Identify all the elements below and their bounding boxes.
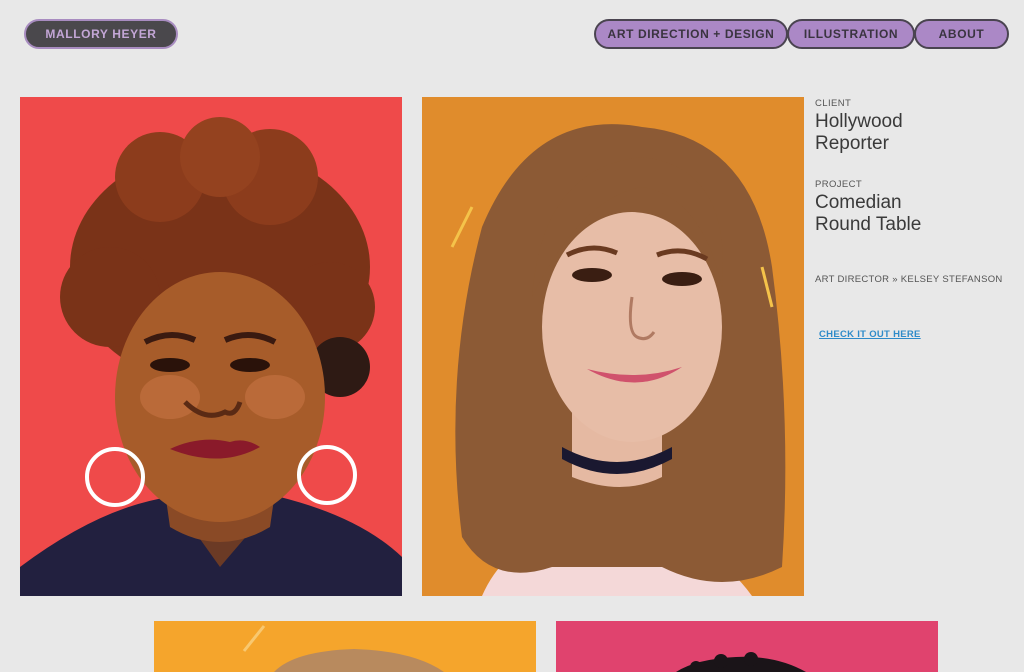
artwork-portrait-4[interactable] [556, 621, 938, 672]
site-logo-button[interactable]: MALLORY HEYER [24, 19, 178, 49]
nav-about[interactable]: ABOUT [914, 19, 1009, 49]
check-it-out-link[interactable]: CHECK IT OUT HERE [819, 329, 1015, 340]
nav-illustration[interactable]: ILLUSTRATION [787, 19, 915, 49]
art-director-credit: ART DIRECTOR » KELSEY STEFANSON [815, 274, 1003, 285]
project-name-line-2: Round Table [815, 214, 922, 235]
artwork-portrait-2[interactable] [422, 97, 804, 596]
project-label: PROJECT [815, 179, 863, 190]
project-info-panel: CLIENT Hollywood Reporter PROJECT Comedi… [815, 98, 1015, 340]
artwork-portrait-1[interactable] [20, 97, 402, 596]
nav-art-direction-design[interactable]: ART DIRECTION + DESIGN [594, 19, 788, 49]
artwork-portrait-3[interactable] [154, 621, 536, 672]
client-name-line-1: Hollywood [815, 111, 903, 132]
client-name-line-2: Reporter [815, 133, 889, 154]
client-label: CLIENT [815, 98, 852, 109]
project-name-line-1: Comedian [815, 192, 902, 213]
